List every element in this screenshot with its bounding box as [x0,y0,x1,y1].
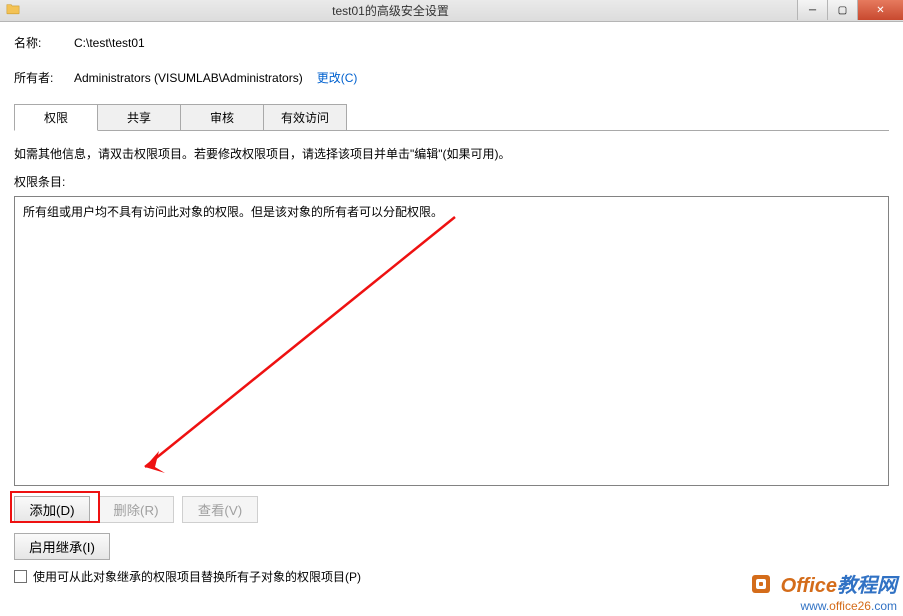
titlebar: test01的高级安全设置 ─ ▢ ✕ [0,0,903,22]
permission-entries-list[interactable]: 所有组或用户均不具有访问此对象的权限。但是该对象的所有者可以分配权限。 [14,196,889,486]
watermark: Office教程网 www.office26.com [751,573,897,613]
owner-row: 所有者: Administrators (VISUMLAB\Administra… [14,69,889,86]
name-value: C:\test\test01 [74,36,145,50]
watermark-bottom-mid: office26 [829,599,871,613]
replace-permissions-label: 使用可从此对象继承的权限项目替换所有子对象的权限项目(P) [33,568,361,585]
owner-value: Administrators (VISUMLAB\Administrators) [74,71,303,85]
maximize-button[interactable]: ▢ [827,0,857,20]
watermark-bottom-prefix: www. [801,599,830,613]
annotation-arrow [115,207,475,487]
tab-permissions[interactable]: 权限 [14,104,98,131]
watermark-top-prefix: Office [781,575,837,597]
dialog-content: 名称: C:\test\test01 所有者: Administrators (… [0,22,903,591]
permission-entries-label: 权限条目: [14,173,889,190]
view-button: 查看(V) [182,496,258,523]
close-button[interactable]: ✕ [857,0,903,20]
tab-share[interactable]: 共享 [97,104,181,131]
window-title: test01的高级安全设置 [0,2,797,19]
action-buttons-row: 添加(D) 删除(R) 查看(V) [14,496,889,523]
tabs: 权限 共享 审核 有效访问 [14,104,889,131]
watermark-bottom-suffix: .com [871,599,897,613]
name-row: 名称: C:\test\test01 [14,34,889,51]
minimize-button[interactable]: ─ [797,0,827,20]
add-button[interactable]: 添加(D) [14,496,90,523]
watermark-icon [751,573,773,600]
replace-permissions-checkbox[interactable] [14,570,27,583]
enable-inheritance-button[interactable]: 启用继承(I) [14,533,110,560]
inherit-row: 启用继承(I) [14,533,889,560]
info-text: 如需其他信息，请双击权限项目。若要修改权限项目，请选择该项目并单击"编辑"(如果… [14,145,889,163]
owner-label: 所有者: [14,69,74,86]
watermark-top-suffix: 教程网 [837,575,897,597]
change-owner-link[interactable]: 更改(C) [317,69,358,86]
tab-effective-access[interactable]: 有效访问 [263,104,347,131]
tab-audit[interactable]: 审核 [180,104,264,131]
remove-button: 删除(R) [98,496,174,523]
empty-permissions-text: 所有组或用户均不具有访问此对象的权限。但是该对象的所有者可以分配权限。 [23,203,880,220]
name-label: 名称: [14,34,74,51]
window-buttons: ─ ▢ ✕ [797,0,903,21]
